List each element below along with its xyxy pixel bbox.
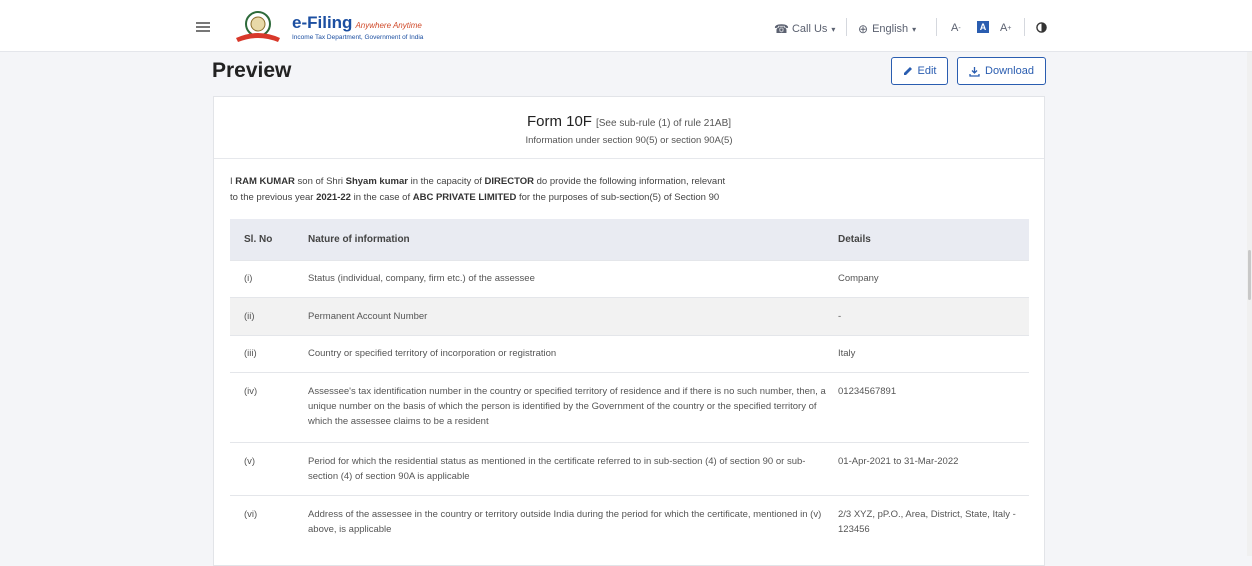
column-header-sl-no: Sl. No (230, 219, 308, 260)
intro-text: son of Shri (294, 176, 346, 187)
divider (846, 18, 847, 36)
row-nature: Permanent Account Number (308, 296, 838, 335)
font-normal-button[interactable]: A (977, 21, 989, 33)
row-sl-no: (v) (230, 441, 308, 495)
language-dropdown[interactable]: ⊕ English ▾ (858, 22, 916, 36)
font-decrease-label: A (951, 22, 959, 34)
contrast-icon (1036, 22, 1047, 33)
intro-text: in the capacity of (407, 176, 485, 187)
declaration-text: I RAM KUMAR son of Shri Shyam kumar in t… (230, 174, 1030, 206)
capacity: DIRECTOR (484, 176, 534, 187)
logo-tagline: Anywhere Anytime (355, 21, 422, 30)
font-decrease-button[interactable]: A- (951, 22, 961, 34)
table-row: (i) Status (individual, company, firm et… (230, 259, 1029, 297)
row-sl-no: (i) (230, 259, 308, 297)
row-nature: Country or specified territory of incorp… (308, 334, 838, 372)
information-table: Sl. No Nature of information Details (i)… (230, 219, 1029, 550)
globe-icon: ⊕ (858, 22, 869, 36)
row-details: - (838, 296, 1029, 335)
row-details: Company (838, 259, 1029, 297)
form-title: Form 10F [See sub-rule (1) of rule 21AB] (214, 113, 1044, 130)
intro-text: to the previous year (230, 192, 317, 203)
father-name: Shyam kumar (345, 176, 408, 187)
form-name: Form 10F (526, 113, 592, 130)
call-us-dropdown[interactable]: ☎ Call Us ▾ (774, 22, 835, 36)
table-row: (vi) Address of the assessee in the coun… (230, 494, 1029, 550)
chevron-down-icon: ▾ (912, 24, 917, 34)
intro-text: in the case of (350, 192, 413, 203)
row-nature: Period for which the residential status … (308, 441, 838, 495)
table-row: (v) Period for which the residential sta… (230, 441, 1029, 495)
logo-subtitle: Income Tax Department, Government of Ind… (292, 34, 424, 41)
scrollbar-thumb[interactable] (1248, 250, 1251, 300)
row-nature: Status (individual, company, firm etc.) … (308, 259, 838, 297)
row-details: 01-Apr-2021 to 31-Mar-2022 (838, 441, 1029, 495)
download-icon (969, 66, 980, 77)
page-title: Preview (212, 59, 292, 82)
font-increase-label: A (1000, 22, 1008, 34)
form-header: Form 10F [See sub-rule (1) of rule 21AB] … (214, 97, 1044, 159)
menu-icon[interactable] (196, 22, 210, 32)
font-increase-button[interactable]: A + (1000, 22, 1011, 34)
efiling-logo[interactable]: e-Filing Anywhere Anytime Income Tax Depa… (292, 13, 423, 41)
row-details: Italy (838, 334, 1029, 372)
row-details: 01234567891 (838, 371, 1029, 442)
contrast-toggle[interactable] (1036, 22, 1047, 33)
phone-icon: ☎ (774, 22, 789, 36)
top-navbar: e-Filing Anywhere Anytime Income Tax Depa… (0, 0, 1252, 52)
column-header-details: Details (838, 219, 1029, 260)
declarant-name: RAM KUMAR (235, 176, 295, 187)
divider (1024, 18, 1025, 36)
row-sl-no: (iii) (230, 334, 308, 372)
divider (936, 18, 937, 36)
row-sl-no: (vi) (230, 494, 308, 550)
intro-text: for the purposes of sub-section(5) of Se… (516, 192, 720, 203)
company-name: ABC PRIVATE LIMITED (412, 192, 517, 203)
income-tax-emblem-icon[interactable] (230, 10, 286, 44)
edit-label: Edit (917, 65, 937, 77)
page-scrollbar[interactable] (1247, 52, 1252, 556)
language-label: English (872, 23, 909, 35)
form-subtitle: Information under section 90(5) or secti… (525, 135, 733, 146)
intro-text: do provide the following information, re… (533, 176, 726, 187)
pencil-icon (903, 67, 912, 75)
form-rule: [See sub-rule (1) of rule 21AB] (595, 118, 732, 129)
edit-button[interactable]: Edit (891, 57, 948, 85)
download-label: Download (985, 65, 1034, 77)
row-sl-no: (ii) (230, 296, 308, 335)
font-normal-label: A (977, 21, 989, 33)
table-row: (ii) Permanent Account Number - (230, 296, 1029, 335)
previous-year: 2021-22 (316, 192, 351, 203)
chevron-down-icon: ▾ (831, 24, 836, 34)
call-us-label: Call Us (791, 23, 828, 35)
table-row: (iv) Assessee's tax identification numbe… (230, 371, 1029, 442)
row-nature: Address of the assessee in the country o… (308, 494, 838, 550)
form-preview-card: Form 10F [See sub-rule (1) of rule 21AB] … (213, 96, 1045, 566)
column-header-nature: Nature of information (308, 219, 838, 260)
row-sl-no: (iv) (230, 371, 308, 442)
table-row: (iii) Country or specified territory of … (230, 334, 1029, 372)
row-details: 2/3 XYZ, pP.O., Area, District, State, I… (838, 494, 1029, 550)
row-nature: Assessee's tax identification number in … (308, 371, 838, 442)
download-button[interactable]: Download (957, 57, 1046, 85)
table-header-row: Sl. No Nature of information Details (230, 219, 1029, 260)
logo-title: e-Filing (292, 13, 353, 32)
